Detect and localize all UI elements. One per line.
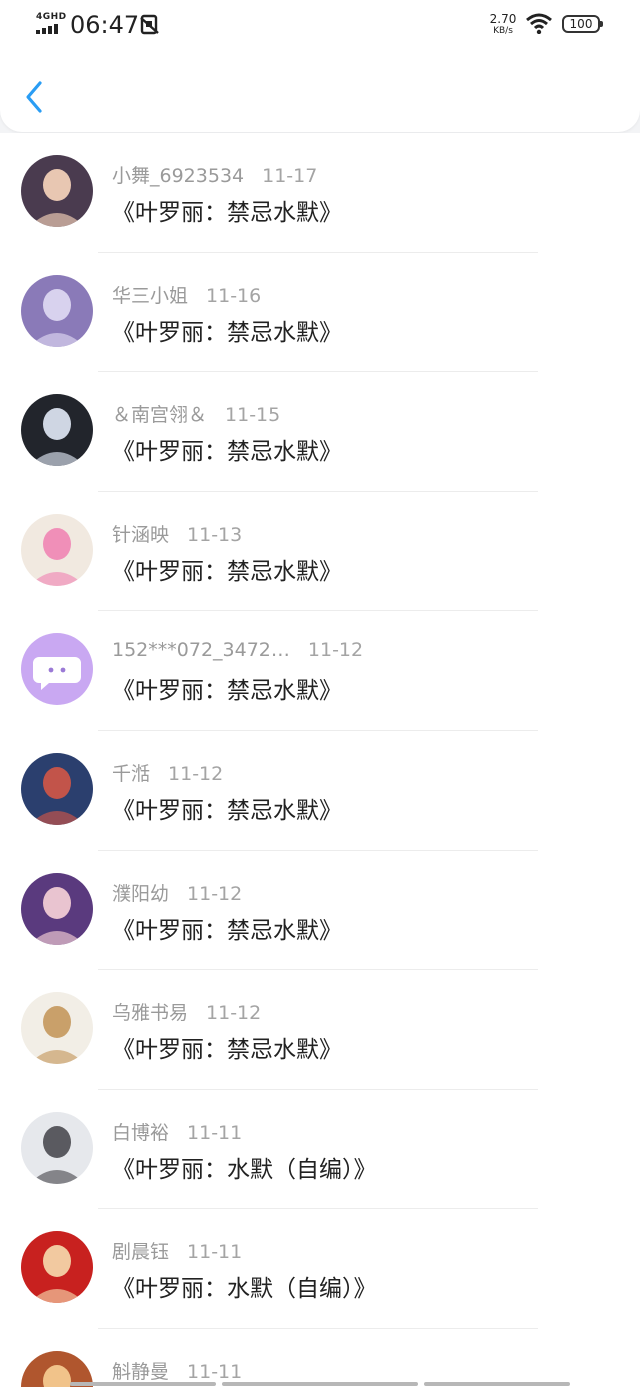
item-meta: 华三小姐 11-16 xyxy=(112,281,261,308)
work-title[interactable]: 《叶罗丽：禁忌水默》 xyxy=(112,552,342,586)
work-title[interactable]: 《叶罗丽：禁忌水默》 xyxy=(112,432,342,466)
publish-date: 11-12 xyxy=(206,1002,262,1025)
list-item[interactable]: 针涵映 11-13 《叶罗丽：禁忌水默》 xyxy=(0,491,640,612)
list-item[interactable]: 千湉 11-12 《叶罗丽：禁忌水默》 xyxy=(0,731,640,851)
item-meta: 剧晨钰 11-11 xyxy=(112,1237,242,1264)
item-meta: 乌雅书易 11-12 xyxy=(112,998,261,1025)
avatar[interactable] xyxy=(21,155,93,227)
avatar[interactable] xyxy=(21,1111,93,1184)
author-name[interactable]: 乌雅书易 xyxy=(112,998,188,1025)
author-name[interactable]: 剧晨钰 xyxy=(112,1237,169,1264)
list-item[interactable]: ＆南宫翎＆ 11-15 《叶罗丽：禁忌水默》 xyxy=(0,372,640,492)
clock: 06:47 xyxy=(70,11,140,39)
list-item[interactable]: 白博裕 11-11 《叶罗丽：水默（自编）》 xyxy=(0,1089,640,1210)
avatar[interactable] xyxy=(21,872,93,945)
list-item[interactable]: 华三小姐 11-16 《叶罗丽：禁忌水默》 xyxy=(0,252,640,373)
publish-date: 11-11 xyxy=(187,1121,243,1144)
author-name[interactable]: 斛静曼 xyxy=(112,1357,169,1384)
work-title[interactable]: 《叶罗丽：禁忌水默》 xyxy=(112,791,342,825)
author-name[interactable]: 白博裕 xyxy=(112,1118,169,1145)
item-meta: 千湉 11-12 xyxy=(112,759,223,786)
work-title[interactable]: 《叶罗丽：禁忌水默》 xyxy=(112,1030,342,1064)
back-button[interactable] xyxy=(20,78,50,116)
item-meta: 斛静曼 11-11 xyxy=(112,1357,242,1384)
author-name[interactable]: 小舞_6923534 xyxy=(112,161,244,188)
list-item[interactable]: 小舞_6923534 11-17 《叶罗丽：禁忌水默》 xyxy=(0,133,640,253)
work-title[interactable]: 《叶罗丽：水默（自编）》 xyxy=(112,1150,377,1184)
no-sim-icon xyxy=(140,14,160,41)
author-name[interactable]: 针涵映 xyxy=(112,520,169,547)
list-item[interactable]: 濮阳幼 11-12 《叶罗丽：禁忌水默》 xyxy=(0,850,640,971)
work-title[interactable]: 《叶罗丽：禁忌水默》 xyxy=(112,193,342,227)
bottom-scroll-indicator xyxy=(0,1382,640,1387)
item-meta: ＆南宫翎＆ 11-15 xyxy=(112,400,280,427)
author-name[interactable]: ＆南宫翎＆ xyxy=(112,400,207,427)
item-meta: 濮阳幼 11-12 xyxy=(112,879,242,906)
top-bar: 4GHD 06:47 2.70 KB/s 100 xyxy=(0,0,640,132)
speed-value: 2.70 xyxy=(489,12,517,26)
avatar[interactable] xyxy=(21,633,93,706)
list-item[interactable]: 乌雅书易 11-12 《叶罗丽：禁忌水默》 xyxy=(0,970,640,1090)
work-title[interactable]: 《叶罗丽：禁忌水默》 xyxy=(112,671,342,705)
author-name[interactable]: 濮阳幼 xyxy=(112,879,169,906)
publish-date: 11-16 xyxy=(206,284,262,307)
avatar[interactable] xyxy=(21,513,93,586)
speed-unit: KB/s xyxy=(493,26,513,36)
avatar[interactable] xyxy=(21,394,93,467)
list-item[interactable]: 剧晨钰 11-11 《叶罗丽：水默（自编）》 xyxy=(0,1209,640,1329)
author-name[interactable]: 千湉 xyxy=(112,759,150,786)
signal-indicator: 4GHD xyxy=(36,12,67,36)
publish-date: 11-11 xyxy=(187,1241,243,1264)
avatar[interactable] xyxy=(21,753,93,825)
list-item[interactable]: 152***072_3472… 11-12 《叶罗丽：禁忌水默》 xyxy=(0,611,640,731)
list-item[interactable]: 斛静曼 11-11 xyxy=(0,1329,640,1387)
avatar[interactable] xyxy=(21,1231,93,1304)
publish-date: 11-12 xyxy=(187,882,243,905)
publish-date: 11-12 xyxy=(168,763,224,785)
battery-indicator: 100 xyxy=(562,15,603,33)
publish-date: 11-12 xyxy=(307,639,364,662)
avatar[interactable] xyxy=(21,274,93,347)
item-meta: 152***072_3472… 11-12 xyxy=(112,639,363,661)
publish-date: 11-11 xyxy=(187,1361,243,1383)
author-name[interactable]: 152***072_3472… xyxy=(112,639,290,661)
work-title[interactable]: 《叶罗丽：水默（自编）》 xyxy=(112,1269,377,1303)
item-meta: 针涵映 11-13 xyxy=(112,520,242,547)
chevron-left-icon xyxy=(26,81,42,113)
publish-date: 11-17 xyxy=(262,165,318,187)
status-bar: 4GHD 06:47 2.70 KB/s 100 xyxy=(0,0,640,50)
work-title[interactable]: 《叶罗丽：禁忌水默》 xyxy=(112,313,342,347)
network-speed: 2.70 KB/s xyxy=(488,13,518,37)
author-name[interactable]: 华三小姐 xyxy=(112,281,188,308)
publish-date: 11-15 xyxy=(225,404,281,427)
item-meta: 小舞_6923534 11-17 xyxy=(112,161,317,188)
wifi-icon xyxy=(525,12,553,38)
publish-date: 11-13 xyxy=(187,523,243,546)
works-list: 小舞_6923534 11-17 《叶罗丽：禁忌水默》 华三小姐 11-16 《叶罗… xyxy=(0,133,640,1387)
network-type: 4GHD xyxy=(36,12,67,22)
work-title[interactable]: 《叶罗丽：禁忌水默》 xyxy=(112,911,342,945)
item-meta: 白博裕 11-11 xyxy=(112,1118,242,1145)
avatar[interactable] xyxy=(21,992,93,1065)
